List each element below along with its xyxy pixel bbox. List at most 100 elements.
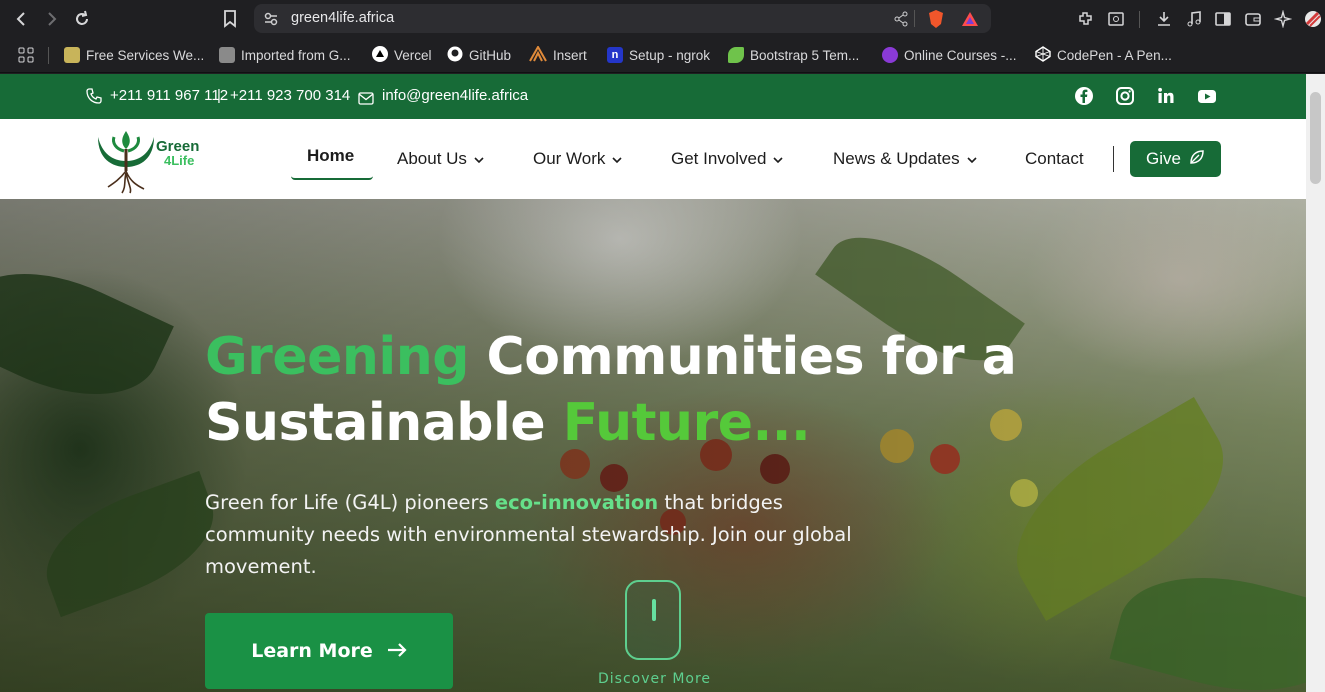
bookmark-item-codepen[interactable]: CodePen - A Pen...	[1035, 45, 1172, 65]
hero-title-text-1: Communities for a	[468, 327, 1017, 387]
scroll-mouse-icon[interactable]	[625, 580, 681, 660]
nav-contact[interactable]: Contact	[1025, 149, 1084, 169]
bookmark-item-github[interactable]: GitHub	[447, 46, 511, 64]
hero-title-text-2: Sustainable	[205, 393, 563, 453]
scrollbar-thumb[interactable]	[1310, 92, 1321, 184]
media-icon[interactable]	[1183, 8, 1205, 30]
bookmark-label: Setup - ngrok	[629, 47, 711, 63]
hero-section: Greening Communities for a Sustainable F…	[0, 199, 1306, 692]
phone-icon	[86, 88, 102, 108]
phone-number-2[interactable]: +211 923 700 314	[230, 87, 350, 104]
nav-divider	[1113, 146, 1114, 172]
bookmark-favicon-icon	[64, 47, 80, 63]
hero-lead-text: Green for Life (G4L) pioneers eco-innova…	[205, 487, 895, 583]
learn-more-label: Learn More	[251, 640, 373, 662]
forward-icon[interactable]	[40, 8, 62, 30]
contact-topbar: +211 911 967 112 | +211 923 700 314 info…	[0, 74, 1306, 119]
bookmark-icon[interactable]	[219, 8, 241, 30]
facebook-icon[interactable]	[1074, 86, 1094, 106]
give-button[interactable]: Give	[1130, 141, 1221, 177]
youtube-icon[interactable]	[1197, 86, 1217, 106]
github-icon	[447, 46, 463, 65]
email-link[interactable]: info@green4life.africa	[382, 87, 528, 104]
vercel-icon	[372, 45, 388, 65]
bookmark-item-online-courses[interactable]: Online Courses -...	[882, 46, 1017, 64]
nav-our-work[interactable]: Our Work	[533, 149, 622, 169]
logo-tree-icon: Green 4Life	[98, 131, 199, 194]
chevron-down-icon	[773, 149, 784, 169]
arrow-right-icon	[387, 640, 407, 662]
nav-work-label: Our Work	[533, 149, 606, 168]
nav-news-label: News & Updates	[833, 149, 960, 168]
bookmark-label: Free Services We...	[86, 47, 205, 63]
scroll-wheel	[652, 599, 656, 621]
bookmark-item-ngrok[interactable]: n Setup - ngrok	[607, 46, 710, 64]
bookmark-item-insert[interactable]: Insert	[529, 44, 587, 65]
hero-title-highlight-2: Future...	[562, 393, 811, 453]
browser-toolbar: green4life.africa	[0, 0, 1325, 38]
bookmark-item-bootstrap[interactable]: Bootstrap 5 Tem...	[728, 46, 859, 64]
bookmark-label: CodePen - A Pen...	[1057, 47, 1172, 63]
bookmark-label: Vercel	[394, 47, 432, 63]
nav-about[interactable]: About Us	[397, 149, 484, 169]
nav-about-label: About Us	[397, 149, 467, 168]
site-settings-icon[interactable]	[260, 8, 282, 30]
apps-grid-icon[interactable]	[15, 44, 37, 66]
main-navbar: Green 4Life Home About Us Our Work Get I…	[0, 119, 1306, 199]
leo-ai-icon[interactable]	[1272, 8, 1294, 30]
bookmark-item-free-services[interactable]: Free Services We...	[64, 46, 204, 64]
bookmark-label: Online Courses -...	[904, 47, 1017, 63]
insert-icon	[529, 44, 547, 65]
nav-news-updates[interactable]: News & Updates	[833, 149, 977, 169]
leaf-icon	[1189, 149, 1205, 170]
extensions-icon[interactable]	[1075, 8, 1097, 30]
back-icon[interactable]	[11, 8, 33, 30]
instagram-icon[interactable]	[1115, 86, 1135, 106]
green4life-logo[interactable]: Green 4Life	[94, 123, 206, 195]
ngrok-icon: n	[607, 47, 623, 63]
chevron-down-icon	[474, 149, 484, 169]
phone-number-1[interactable]: +211 911 967 112	[110, 87, 228, 104]
logo-text-4life: 4Life	[164, 153, 194, 168]
hero-lead-start: Green for Life (G4L) pioneers	[205, 491, 495, 514]
wallet-icon[interactable]	[1242, 8, 1264, 30]
nav-home-label: Home	[307, 146, 355, 165]
folder-icon	[219, 47, 235, 63]
nav-involved-label: Get Involved	[671, 149, 767, 168]
nav-get-involved[interactable]: Get Involved	[671, 149, 784, 169]
chevron-down-icon	[967, 149, 977, 169]
hero-title-highlight-1: Greening	[205, 327, 469, 387]
bookmarks-divider	[48, 47, 49, 64]
download-icon[interactable]	[1153, 8, 1175, 30]
hero-title-line-1: Greening Communities for a	[205, 327, 1017, 387]
url-text: green4life.africa	[291, 10, 395, 26]
address-bar[interactable]: green4life.africa	[254, 4, 991, 33]
codepen-icon	[1035, 45, 1051, 65]
bookmark-item-vercel[interactable]: Vercel	[372, 45, 432, 65]
bookmarks-bar: Free Services We... Imported from G... V…	[0, 38, 1325, 73]
email-icon	[358, 90, 374, 109]
nav-contact-label: Contact	[1025, 149, 1084, 168]
profile-avatar-icon[interactable]	[1302, 8, 1324, 30]
discover-more-link[interactable]: Discover More	[598, 671, 711, 687]
brave-shield-icon[interactable]	[925, 8, 947, 30]
learn-more-button[interactable]: Learn More	[205, 613, 453, 689]
give-label: Give	[1146, 149, 1181, 168]
online-courses-icon	[882, 47, 898, 63]
page-scrollbar[interactable]	[1306, 74, 1325, 692]
hero-title-line-2: Sustainable Future...	[205, 393, 811, 453]
linkedin-icon[interactable]	[1156, 86, 1176, 106]
bootstrap-template-icon	[728, 47, 744, 63]
share-icon[interactable]	[890, 8, 912, 30]
chevron-down-icon	[612, 149, 622, 169]
hero-lead-highlight: eco-innovation	[494, 491, 659, 514]
sidebar-icon[interactable]	[1212, 8, 1234, 30]
web-page: +211 911 967 112 | +211 923 700 314 info…	[0, 74, 1306, 692]
bookmark-label: Imported from G...	[241, 47, 351, 63]
screenshot-search-icon[interactable]	[1105, 8, 1127, 30]
bookmark-item-imported[interactable]: Imported from G...	[219, 46, 351, 64]
reload-icon[interactable]	[71, 8, 93, 30]
brave-rewards-icon[interactable]	[959, 8, 981, 30]
phone-divider: |	[217, 87, 221, 104]
nav-home[interactable]: Home	[307, 146, 354, 166]
